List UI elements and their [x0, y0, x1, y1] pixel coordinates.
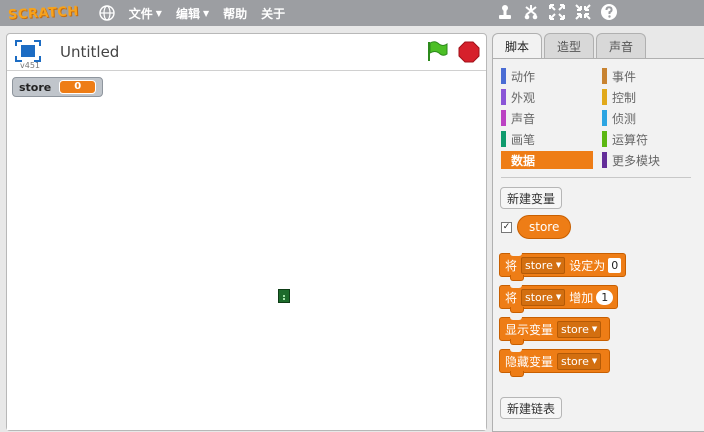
monitor-name: store — [19, 80, 52, 94]
category-label: 数据 — [511, 153, 536, 168]
category-color-swatch — [501, 131, 506, 147]
variable-dropdown[interactable]: store ▼ — [521, 256, 566, 274]
block-text: 将 — [505, 258, 518, 273]
change-variable-block[interactable]: 将 store ▼ 增加 1 — [499, 285, 619, 313]
category-label: 外观 — [511, 90, 536, 105]
category-color-swatch — [602, 110, 607, 126]
delete-scissors-icon[interactable] — [522, 3, 540, 21]
file-menu-label: 文件 — [128, 6, 153, 21]
scratch-logo[interactable]: SCRATCH — [8, 4, 79, 23]
caret-down-icon: ▼ — [591, 357, 598, 365]
variable-checkbox[interactable]: ✓ — [501, 222, 512, 233]
variable-monitor[interactable]: store 0 — [12, 77, 104, 97]
edit-menu[interactable]: 编辑 ▼ — [176, 5, 209, 22]
category-label: 画笔 — [511, 132, 536, 147]
green-flag-icon[interactable] — [426, 40, 448, 62]
category-looks[interactable]: 外观 — [501, 88, 593, 106]
stage-header: v451 Untitled — [7, 34, 486, 71]
menu-bar: SCRATCH 文件 ▼ 编辑 ▼ 帮助 关于 — [0, 0, 704, 26]
variable-dropdown[interactable]: store ▼ — [557, 320, 602, 338]
scratch-editor: SCRATCH 文件 ▼ 编辑 ▼ 帮助 关于 v451 Untitled st… — [0, 0, 704, 432]
dropdown-value: store — [561, 322, 589, 336]
category-label: 运算符 — [612, 132, 649, 147]
category-sound[interactable]: 声音 — [501, 109, 593, 127]
category-label: 更多模块 — [612, 153, 661, 168]
palette-divider — [501, 177, 691, 178]
dropdown-value: store — [525, 258, 553, 272]
category-sensing[interactable]: 侦测 — [602, 109, 694, 127]
caret-down-icon: ▼ — [202, 8, 210, 18]
variable-reporter-block[interactable]: store — [517, 215, 572, 239]
stop-icon[interactable] — [458, 41, 480, 63]
category-label: 声音 — [511, 111, 536, 126]
category-color-swatch — [602, 89, 607, 105]
grow-icon[interactable] — [548, 3, 566, 21]
category-color-swatch — [602, 131, 607, 147]
set-variable-block[interactable]: 将 store ▼ 设定为 0 — [499, 253, 627, 281]
help-icon[interactable] — [600, 3, 618, 21]
sprite[interactable] — [278, 289, 290, 303]
block-text: 将 — [505, 290, 518, 305]
dropdown-value: store — [561, 354, 589, 368]
number-input[interactable]: 1 — [596, 289, 614, 305]
tab-costumes[interactable]: 造型 — [544, 33, 595, 59]
block-palette: 动作 事件 外观 控制 声音 侦测 画笔 运算符 数据 更多模块 新建变量 ✓ … — [492, 58, 704, 432]
block-text: 增加 — [569, 290, 594, 305]
shrink-icon[interactable] — [574, 3, 592, 21]
tab-sounds[interactable]: 声音 — [596, 33, 647, 59]
category-control[interactable]: 控制 — [602, 88, 694, 106]
block-text: 设定为 — [569, 258, 606, 273]
hide-variable-block[interactable]: 隐藏变量 store ▼ — [499, 349, 611, 377]
variable-dropdown[interactable]: store ▼ — [521, 288, 566, 306]
category-color-swatch — [501, 152, 506, 168]
monitor-value: 0 — [59, 80, 97, 94]
category-color-swatch — [501, 89, 506, 105]
category-color-swatch — [602, 152, 607, 168]
category-data[interactable]: 数据 — [501, 151, 593, 169]
editor-tabs: 脚本 造型 声音 — [492, 33, 647, 59]
project-title[interactable]: Untitled — [60, 43, 119, 61]
category-label: 控制 — [612, 90, 637, 105]
new-variable-button[interactable]: 新建变量 — [500, 187, 563, 209]
category-pen[interactable]: 画笔 — [501, 130, 593, 148]
block-text: 显示变量 — [505, 322, 554, 337]
value-input[interactable]: 0 — [608, 257, 622, 273]
dropdown-value: store — [525, 290, 553, 304]
stage-panel: v451 Untitled store 0 — [6, 33, 487, 431]
file-menu[interactable]: 文件 ▼ — [129, 5, 162, 22]
edit-menu-label: 编辑 — [175, 6, 200, 21]
category-label: 侦测 — [612, 111, 637, 126]
caret-down-icon: ▼ — [555, 293, 562, 301]
fullscreen-icon[interactable] — [15, 40, 41, 62]
category-events[interactable]: 事件 — [602, 67, 694, 85]
category-motion[interactable]: 动作 — [501, 67, 593, 85]
category-color-swatch — [501, 110, 506, 126]
tab-scripts[interactable]: 脚本 — [492, 33, 543, 59]
help-menu[interactable]: 帮助 — [223, 5, 247, 22]
category-more-blocks[interactable]: 更多模块 — [602, 151, 694, 169]
caret-down-icon: ▼ — [591, 325, 598, 333]
show-variable-block[interactable]: 显示变量 store ▼ — [499, 317, 611, 345]
toolbar — [496, 3, 618, 21]
stage-canvas[interactable]: store 0 — [7, 72, 486, 430]
new-list-button[interactable]: 新建链表 — [500, 397, 563, 419]
caret-down-icon: ▼ — [555, 261, 562, 269]
about-menu[interactable]: 关于 — [261, 5, 285, 22]
category-color-swatch — [501, 68, 506, 84]
category-operators[interactable]: 运算符 — [602, 130, 694, 148]
category-label: 动作 — [511, 69, 536, 84]
caret-down-icon: ▼ — [155, 8, 162, 18]
duplicate-stamp-icon[interactable] — [496, 3, 514, 21]
category-color-swatch — [602, 68, 607, 84]
globe-icon[interactable] — [99, 5, 115, 21]
block-text: 隐藏变量 — [505, 354, 554, 369]
variable-dropdown[interactable]: store ▼ — [557, 352, 602, 370]
version-label: v451 — [20, 61, 41, 70]
category-label: 事件 — [612, 69, 637, 84]
